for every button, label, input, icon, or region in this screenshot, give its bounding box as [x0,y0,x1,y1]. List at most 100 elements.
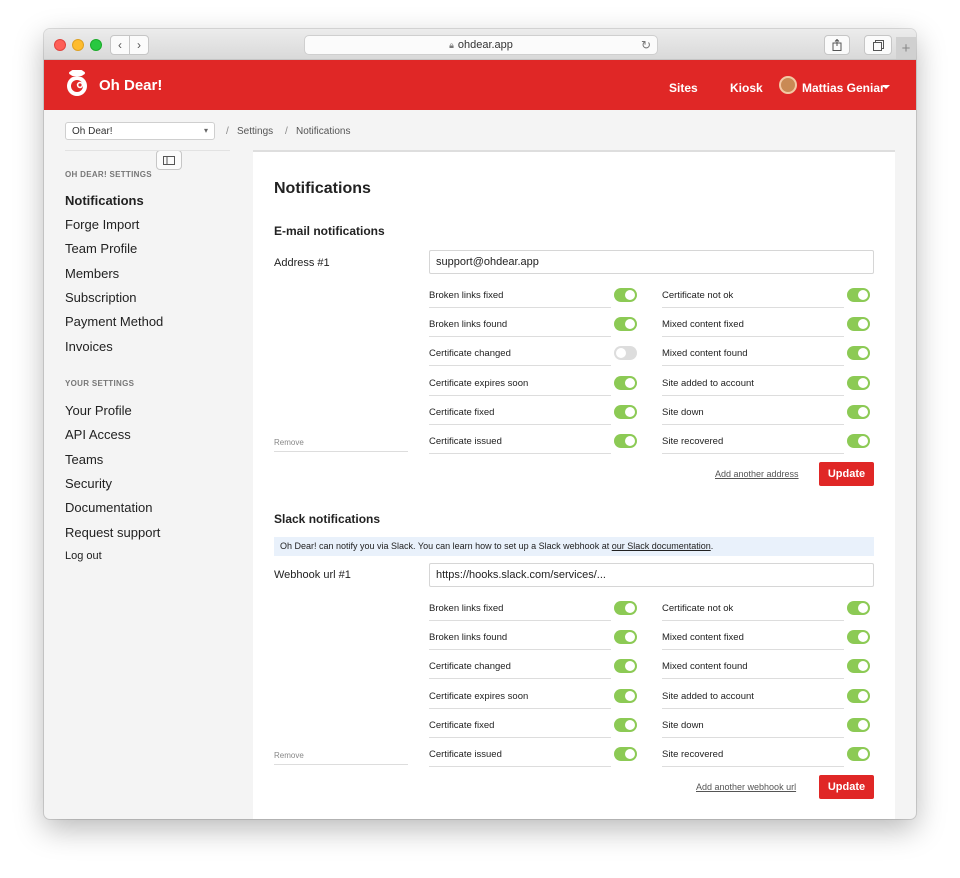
toggle-switch[interactable] [847,317,870,332]
toggle-switch[interactable] [847,659,870,674]
sidebar-item-teams[interactable]: Teams [65,452,103,467]
back-icon: ‹ [118,38,122,52]
toggle-switch[interactable] [614,375,637,390]
toggle-label: Certificate fixed [429,406,495,418]
sidebar-item-log-out[interactable]: Log out [65,550,102,562]
toggle-switch[interactable] [614,747,637,761]
sidebar-item-security[interactable]: Security [65,476,112,491]
breadcrumb: Oh Dear! ▾ / Settings / Notifications [44,110,916,150]
back-button[interactable]: ‹ [110,35,130,55]
toggle-label: Site down [662,719,704,731]
email-address-input[interactable]: support@ohdear.app [429,250,874,274]
toggle-switch[interactable] [847,346,870,361]
sidebar-toggle-button[interactable] [156,150,182,170]
url-text: ohdear.app [457,39,513,51]
email-update-button[interactable]: Update [819,462,874,486]
slack-update-button[interactable]: Update [819,775,874,799]
toggle-row: Certificate changed [429,346,637,367]
site-select[interactable]: Oh Dear! ▾ [65,122,215,140]
slack-section-heading: Slack notifications [274,512,381,526]
toggle-switch[interactable] [614,404,637,419]
maximize-window-button[interactable] [90,39,102,51]
breadcrumb-settings[interactable]: Settings [237,126,273,137]
sidebar-item-invoices[interactable]: Invoices [65,339,113,354]
toggle-switch[interactable] [847,717,870,732]
toggle-label: Site added to account [662,690,754,702]
toggle-switch[interactable] [614,288,637,302]
sidebar-item-subscription[interactable]: Subscription [65,290,137,305]
toggle-switch[interactable] [614,630,637,645]
breadcrumb-notifications: Notifications [296,126,351,137]
toggle-row: Site added to account [662,375,870,396]
toggle-label: Certificate not ok [662,603,734,614]
toggle-row: Certificate changed [429,659,637,680]
toggle-switch[interactable] [847,434,870,448]
address-bar[interactable]: 🔒︎ ohdear.app ↻ [304,35,658,55]
add-another-webhook-link[interactable]: Add another webhook url [696,782,796,792]
toggle-row: Mixed content found [662,346,870,367]
nav-link-sites[interactable]: Sites [669,81,698,95]
sidebar-item-payment-method[interactable]: Payment Method [65,314,163,329]
toggle-label: Mixed content found [662,348,748,360]
close-window-button[interactable] [54,39,66,51]
slack-remove-link[interactable]: Remove [274,751,408,765]
select-arrow-icon: ▾ [203,126,208,135]
email-section-heading: E-mail notifications [274,224,385,238]
toggle-switch[interactable] [847,601,870,615]
webhook-url-label: Webhook url #1 [274,569,351,581]
avatar[interactable] [779,76,797,94]
email-address-label: Address #1 [274,257,330,269]
toggle-row: Broken links fixed [429,288,637,308]
breadcrumb-separator: / [226,126,229,137]
brand-name[interactable]: Oh Dear! [99,77,162,94]
sidebar-item-request-support[interactable]: Request support [65,525,160,540]
sidebar-item-your-profile[interactable]: Your Profile [65,403,132,418]
toggle-switch[interactable] [614,717,637,732]
tab-overview-button[interactable] [864,35,892,55]
share-button[interactable] [824,35,850,55]
webhook-url-input[interactable]: https://hooks.slack.com/services/... [429,563,874,587]
toggle-switch[interactable] [847,288,870,302]
toggle-switch[interactable] [614,601,637,615]
forward-button[interactable]: › [129,35,149,55]
toggle-row: Site recovered [662,747,870,767]
toggle-switch[interactable] [614,317,637,332]
nav-link-kiosk[interactable]: Kiosk [730,81,763,95]
chevron-down-icon[interactable] [882,85,890,89]
new-tab-button[interactable]: + [896,37,916,59]
browser-window: ‹ › 🔒︎ ohdear.app ↻ + Oh Dear! Sites Kio… [44,29,916,819]
toggle-switch[interactable] [614,688,637,703]
toggle-label: Certificate changed [429,348,511,360]
tabs-icon [872,39,884,51]
oh-dear-logo[interactable] [64,69,90,97]
sidebar-item-members[interactable]: Members [65,266,119,281]
reload-icon[interactable]: ↻ [641,38,651,52]
toggle-label: Mixed content fixed [662,632,744,644]
toggle-switch[interactable] [614,346,637,361]
slack-docs-link[interactable]: our Slack documentation [612,541,711,551]
sidebar-item-api-access[interactable]: API Access [65,427,131,442]
user-menu[interactable]: Mattias Geniar [802,81,885,95]
toggle-switch[interactable] [847,688,870,703]
toggle-switch[interactable] [847,747,870,761]
toggle-switch[interactable] [847,404,870,419]
toggle-label: Certificate expires soon [429,377,529,389]
toggle-label: Certificate changed [429,661,511,673]
toggle-switch[interactable] [847,630,870,645]
toggle-row: Mixed content fixed [662,630,870,651]
email-remove-link[interactable]: Remove [274,438,408,452]
sidebar-item-documentation[interactable]: Documentation [65,500,152,515]
toggle-row: Broken links found [429,630,637,651]
sidebar-item-notifications[interactable]: Notifications [65,193,144,208]
toggle-label: Certificate fixed [429,719,495,731]
sidebar-item-team-profile[interactable]: Team Profile [65,241,137,256]
minimize-window-button[interactable] [72,39,84,51]
sidebar-item-forge-import[interactable]: Forge Import [65,217,139,232]
toggle-switch[interactable] [614,434,637,448]
toggle-switch[interactable] [614,659,637,674]
toggle-label: Mixed content found [662,661,748,673]
add-another-address-link[interactable]: Add another address [715,469,799,479]
toggle-label: Certificate expires soon [429,690,529,702]
toggle-label: Broken links fixed [429,603,504,614]
toggle-switch[interactable] [847,375,870,390]
